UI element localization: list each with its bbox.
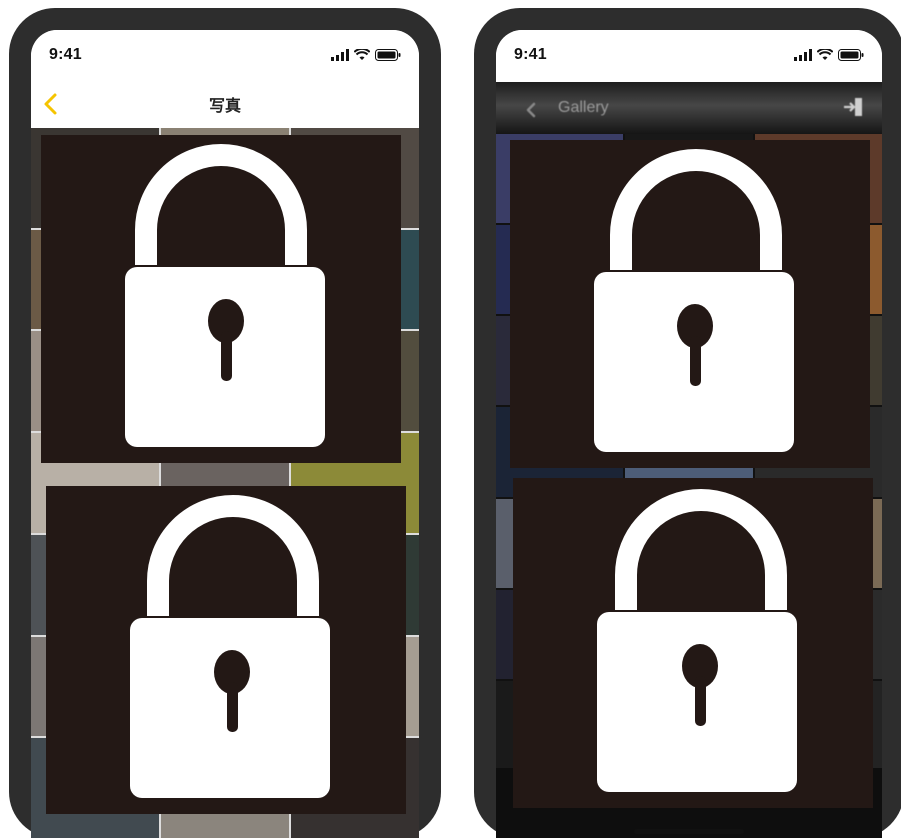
wifi-icon xyxy=(354,49,370,60)
chevron-left-icon[interactable] xyxy=(39,90,63,118)
page-title: 写真 xyxy=(208,98,241,115)
signal-icon xyxy=(794,49,812,61)
nav-bar: 写真 xyxy=(31,80,419,128)
lock-overlay xyxy=(510,140,870,468)
nav-bar: Gallery xyxy=(496,82,882,134)
lock-overlay xyxy=(41,135,401,463)
lock-icon xyxy=(594,149,794,452)
home-indicator xyxy=(634,829,744,834)
status-time: 9:41 xyxy=(514,46,547,63)
status-icons xyxy=(794,49,864,61)
wifi-icon xyxy=(817,49,833,60)
exit-icon[interactable] xyxy=(842,96,864,118)
page-title: Gallery xyxy=(558,99,609,116)
lock-icon xyxy=(597,489,797,792)
status-bar: 9:41 xyxy=(31,30,419,80)
lock-overlay xyxy=(46,486,406,814)
status-time: 9:41 xyxy=(49,46,82,63)
battery-icon xyxy=(375,49,401,61)
chevron-left-icon[interactable] xyxy=(520,96,544,124)
lock-overlay xyxy=(513,478,873,808)
lock-icon xyxy=(130,495,330,798)
battery-icon xyxy=(838,49,864,61)
lock-icon xyxy=(125,144,325,447)
signal-icon xyxy=(331,49,349,61)
status-icons xyxy=(331,49,401,61)
status-bar: 9:41 xyxy=(496,30,882,80)
